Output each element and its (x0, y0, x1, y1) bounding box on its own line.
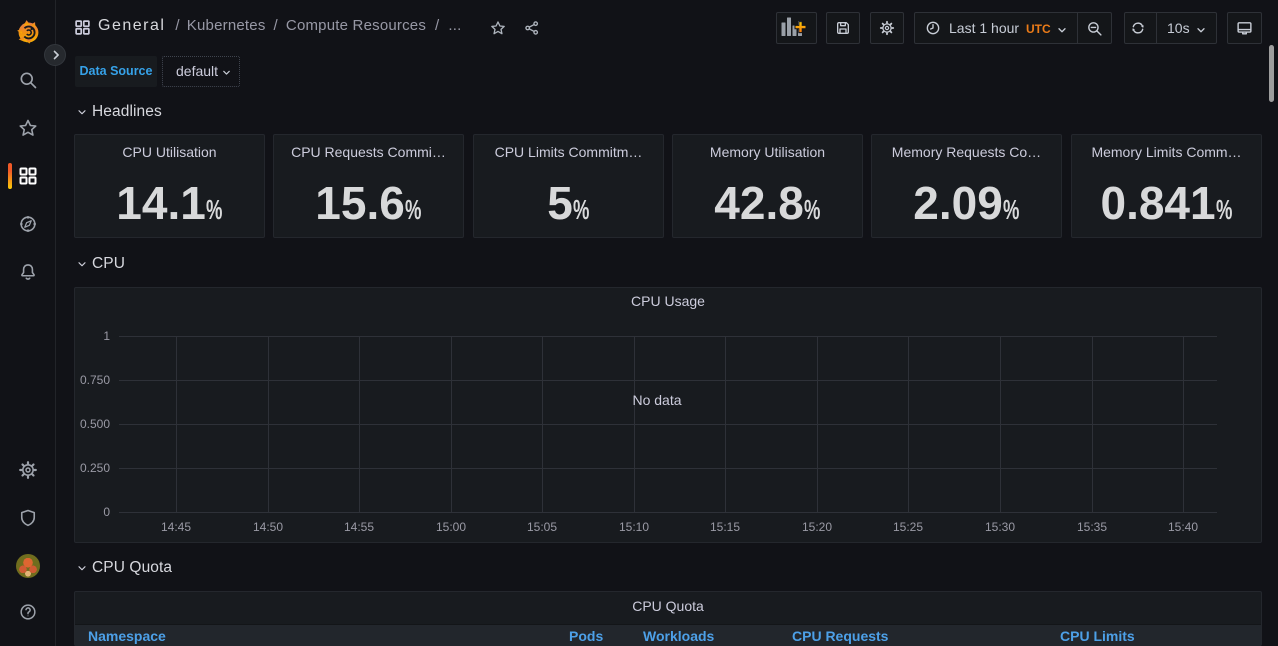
svg-text:15:15: 15:15 (710, 520, 740, 534)
svg-text:0.750: 0.750 (80, 373, 110, 387)
svg-text:No data: No data (632, 392, 681, 408)
svg-text:15:30: 15:30 (985, 520, 1015, 534)
svg-text:0: 0 (103, 505, 110, 519)
svg-text:15:25: 15:25 (893, 520, 923, 534)
svg-text:1: 1 (103, 329, 110, 343)
svg-text:0.500: 0.500 (80, 417, 110, 431)
svg-text:15:05: 15:05 (527, 520, 557, 534)
svg-text:0.250: 0.250 (80, 461, 110, 475)
svg-text:15:10: 15:10 (619, 520, 649, 534)
svg-text:15:20: 15:20 (802, 520, 832, 534)
svg-text:14:50: 14:50 (253, 520, 283, 534)
svg-text:15:00: 15:00 (436, 520, 466, 534)
svg-text:15:35: 15:35 (1077, 520, 1107, 534)
svg-text:14:45: 14:45 (161, 520, 191, 534)
svg-text:15:40: 15:40 (1168, 520, 1198, 534)
svg-text:14:55: 14:55 (344, 520, 374, 534)
